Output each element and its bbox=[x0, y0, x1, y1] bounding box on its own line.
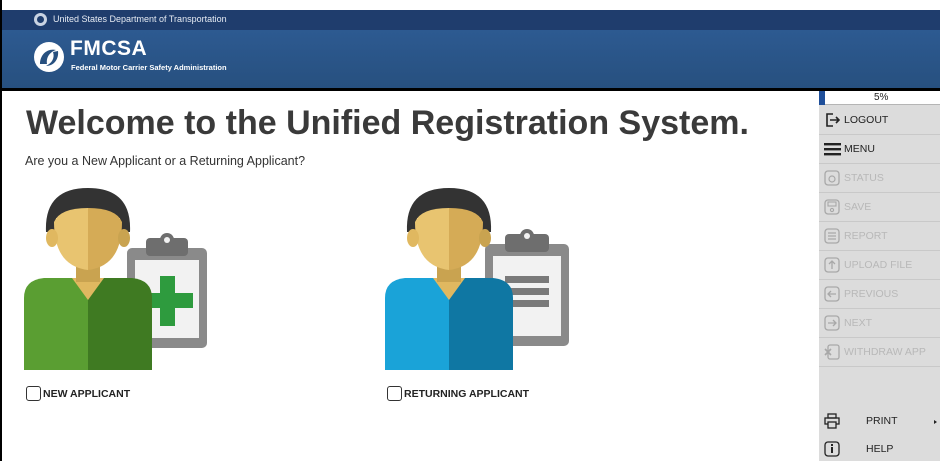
returning-applicant-option[interactable]: RETURNING APPLICANT bbox=[387, 386, 529, 401]
new-applicant-label: NEW APPLICANT bbox=[43, 387, 131, 400]
menu-button[interactable]: MENU bbox=[819, 135, 940, 164]
withdraw-app-label: WITHDRAW APP bbox=[844, 346, 926, 358]
previous-button[interactable]: PREVIOUS bbox=[819, 280, 940, 309]
upload-icon bbox=[823, 256, 841, 274]
action-sidebar: 5% LOGOUT MENU STATUS SAVE REPORT UPLOAD… bbox=[819, 91, 940, 461]
save-button[interactable]: SAVE bbox=[819, 193, 940, 222]
fmcsa-header: FMCSA Federal Motor Carrier Safety Admin… bbox=[2, 30, 940, 88]
report-icon bbox=[823, 227, 841, 245]
status-icon bbox=[823, 169, 841, 187]
report-label: REPORT bbox=[844, 230, 888, 242]
printer-icon bbox=[823, 412, 841, 430]
person-clipboard-plus-icon bbox=[24, 188, 207, 370]
progress-percent: 5% bbox=[874, 92, 889, 103]
progress-bar: 5% bbox=[819, 91, 940, 105]
print-label: PRINT bbox=[866, 415, 898, 427]
logout-label: LOGOUT bbox=[844, 114, 889, 126]
next-icon bbox=[823, 314, 841, 332]
new-applicant-illustration[interactable] bbox=[24, 188, 210, 370]
new-applicant-option[interactable]: NEW APPLICANT bbox=[26, 386, 130, 401]
status-label: STATUS bbox=[844, 172, 884, 184]
next-label: NEXT bbox=[844, 317, 873, 329]
brand-full-name: Federal Motor Carrier Safety Administrat… bbox=[71, 63, 227, 72]
help-label: HELP bbox=[866, 443, 894, 455]
submenu-arrow-icon bbox=[934, 420, 937, 424]
person-clipboard-lines-icon bbox=[385, 188, 569, 370]
returning-applicant-label: RETURNING APPLICANT bbox=[404, 387, 530, 400]
report-button[interactable]: REPORT bbox=[819, 222, 940, 251]
upload-file-button[interactable]: UPLOAD FILE bbox=[819, 251, 940, 280]
returning-applicant-illustration[interactable] bbox=[385, 188, 571, 370]
logout-icon bbox=[823, 111, 841, 129]
new-applicant-checkbox[interactable] bbox=[26, 386, 41, 401]
brand-acronym: FMCSA bbox=[70, 37, 148, 60]
save-icon bbox=[823, 198, 841, 216]
page-subtitle: Are you a New Applicant or a Returning A… bbox=[25, 154, 306, 168]
page-title: Welcome to the Unified Registration Syst… bbox=[26, 104, 749, 142]
returning-applicant-checkbox[interactable] bbox=[387, 386, 402, 401]
dot-seal-icon bbox=[34, 13, 47, 26]
withdraw-app-button[interactable]: WITHDRAW APP bbox=[819, 338, 940, 367]
previous-icon bbox=[823, 285, 841, 303]
menu-label: MENU bbox=[844, 143, 875, 155]
fmcsa-logo-icon bbox=[34, 42, 64, 72]
help-button[interactable]: HELP bbox=[819, 435, 940, 461]
dot-banner: United States Department of Transportati… bbox=[2, 10, 940, 30]
status-button[interactable]: STATUS bbox=[819, 164, 940, 193]
dot-banner-text: United States Department of Transportati… bbox=[53, 14, 227, 24]
menu-icon bbox=[823, 140, 841, 158]
upload-file-label: UPLOAD FILE bbox=[844, 259, 913, 271]
print-button[interactable]: PRINT bbox=[819, 407, 940, 435]
save-label: SAVE bbox=[844, 201, 872, 213]
header-divider bbox=[2, 88, 940, 91]
progress-fill bbox=[819, 91, 826, 105]
info-icon bbox=[823, 440, 841, 458]
next-button[interactable]: NEXT bbox=[819, 309, 940, 338]
withdraw-icon bbox=[823, 343, 841, 361]
previous-label: PREVIOUS bbox=[844, 288, 899, 300]
logout-button[interactable]: LOGOUT bbox=[819, 106, 940, 135]
